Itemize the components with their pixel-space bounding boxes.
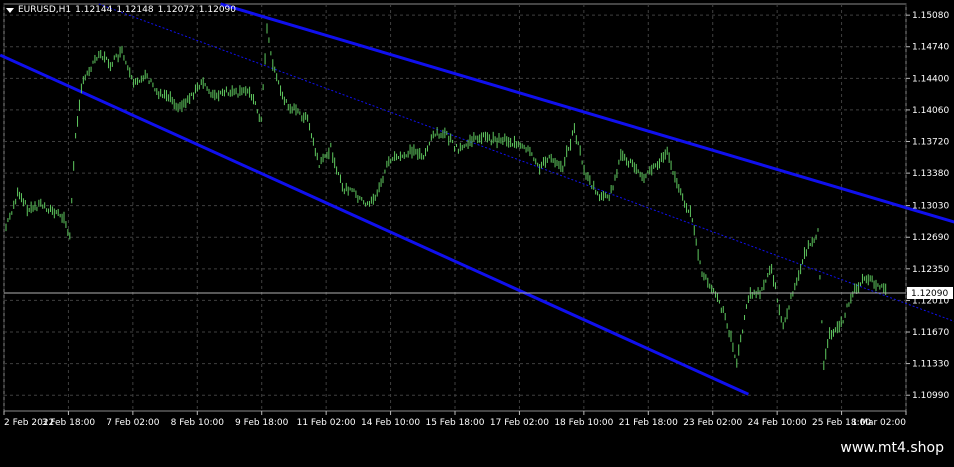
y-tick-label: 1.13380: [912, 169, 949, 179]
watermark: www.mt4.shop: [840, 440, 944, 456]
close-price: 1.12090: [198, 5, 236, 15]
high-price: 1.12148: [116, 5, 154, 15]
symbol-header: EURUSD,H1 1.12144 1.12148 1.12072 1.1209…: [6, 3, 236, 17]
y-tick-label: 1.13720: [912, 138, 949, 148]
y-tick-label: 1.14740: [912, 43, 949, 53]
x-tick-label: 23 Feb 02:00: [683, 418, 742, 428]
y-tick-label: 1.10990: [912, 391, 949, 401]
x-tick-label: 9 Feb 18:00: [235, 418, 289, 428]
x-tick-label: 3 Feb 18:00: [42, 418, 96, 428]
x-tick-label: 18 Feb 10:00: [554, 418, 613, 428]
chart-canvas[interactable]: 1.15080 1.14740 1.14400 1.14060 1.13720 1.133…: [0, 0, 954, 463]
low-price: 1.12072: [157, 5, 195, 15]
symbol-label: EURUSD,H1: [18, 5, 72, 15]
y-tick-label: 1.12690: [912, 233, 949, 243]
x-tick-label: 21 Feb 18:00: [619, 418, 678, 428]
x-tick-label: 24 Feb 10:00: [748, 418, 807, 428]
current-price-label: 1.12090: [911, 289, 948, 299]
y-tick-label: 1.14060: [912, 106, 949, 116]
y-tick-label: 1.12350: [912, 265, 949, 275]
x-tick-label: 17 Feb 02:00: [490, 418, 549, 428]
x-tick-label: 7 Feb 02:00: [106, 418, 160, 428]
chart-background: [0, 0, 954, 463]
y-tick-label: 1.15080: [912, 11, 949, 21]
x-tick-label: 1 Mar 02:00: [852, 418, 907, 428]
x-tick-label: 11 Feb 02:00: [297, 418, 356, 428]
open-price: 1.12144: [75, 5, 113, 15]
x-tick-label: 15 Feb 18:00: [425, 418, 484, 428]
y-tick-label: 1.14400: [912, 74, 949, 84]
y-tick-label: 1.13030: [912, 202, 949, 212]
x-tick-label: 14 Feb 10:00: [361, 418, 420, 428]
y-tick-label: 1.11670: [912, 328, 949, 338]
y-tick-label: 1.11330: [912, 360, 949, 370]
x-tick-label: 8 Feb 10:00: [171, 418, 225, 428]
price-chart[interactable]: 1.15080 1.14740 1.14400 1.14060 1.13720 1.133…: [0, 0, 954, 463]
dropdown-triangle-icon[interactable]: [6, 7, 14, 13]
